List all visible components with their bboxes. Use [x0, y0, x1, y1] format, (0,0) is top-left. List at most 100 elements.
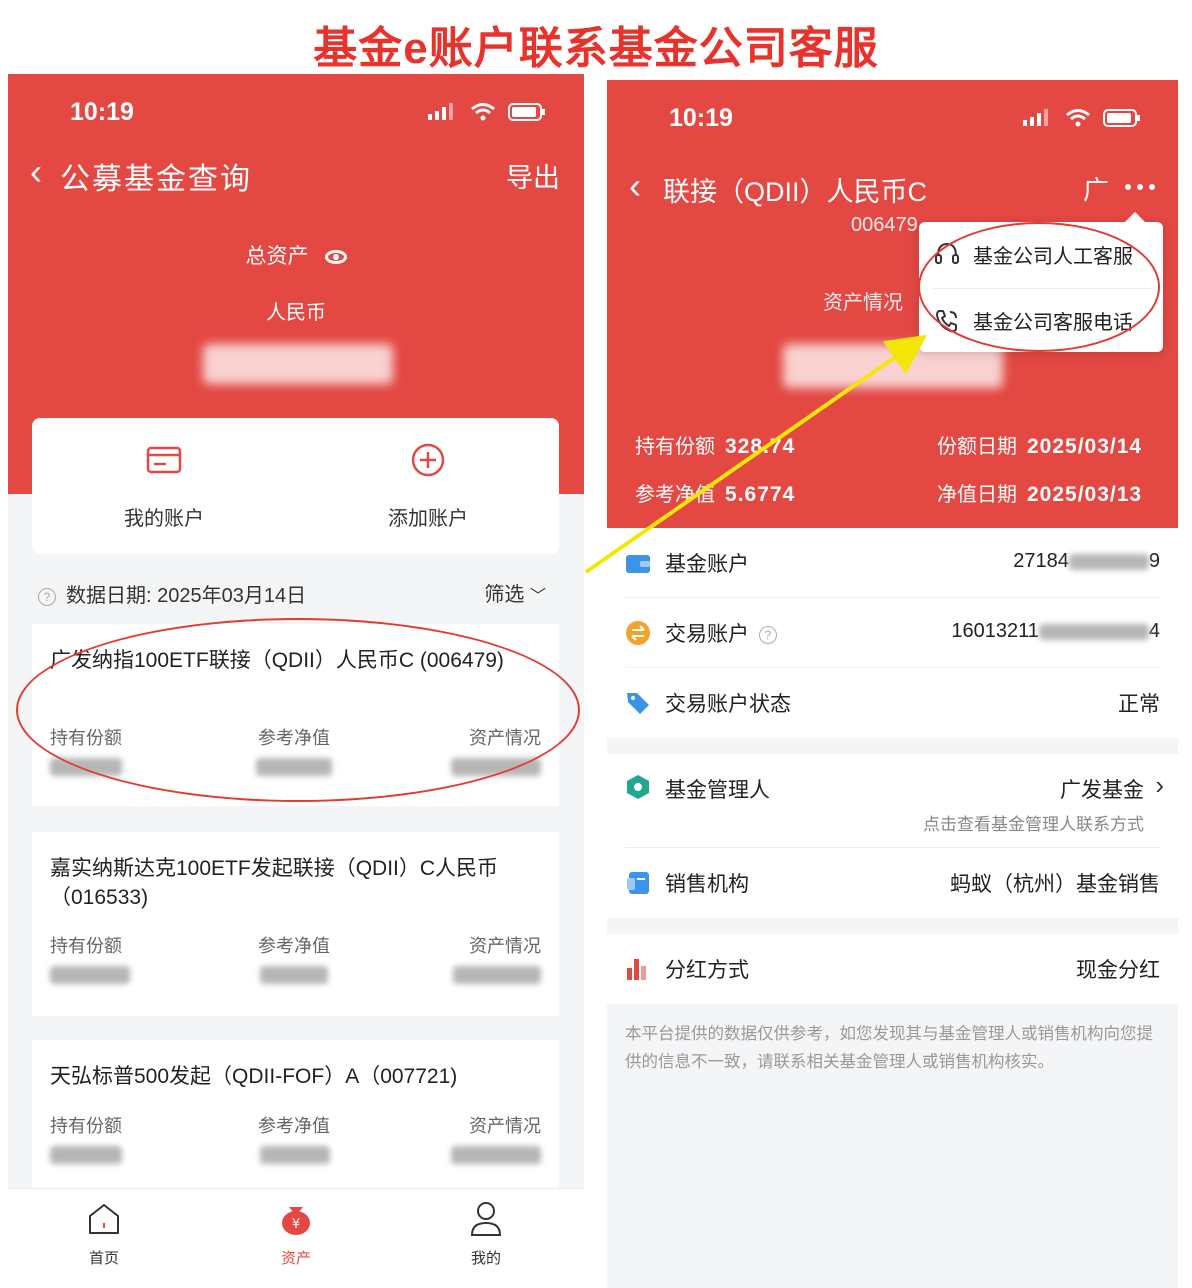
fund-account-suffix: 9: [1148, 550, 1160, 572]
fund-card[interactable]: 天弘标普500发起（QDII-FOF）A（007721) 持有份额 参考净值 资…: [32, 1040, 559, 1190]
seller-label: 销售机构: [665, 873, 749, 896]
tab-home[interactable]: 首页: [54, 1201, 154, 1268]
col-assets-label: 资产情况: [469, 936, 541, 956]
account-card-icon: [146, 446, 182, 474]
blurred-shares: [50, 1146, 122, 1164]
export-button[interactable]: 导出: [506, 156, 560, 195]
col-assets-label: 资产情况: [469, 1116, 541, 1136]
tab-bar: 首页 ¥ 资产 我的: [8, 1188, 584, 1288]
document-icon: [627, 872, 649, 894]
fund-card[interactable]: 嘉实纳斯达克100ETF发起联接（QDII）C人民币（016533) 持有份额 …: [32, 832, 559, 1016]
trade-account-label-wrap: 交易账户 ?: [665, 618, 787, 648]
tab-assets-label: 资产: [280, 1250, 311, 1267]
tab-assets[interactable]: ¥ 资产: [246, 1201, 346, 1268]
fund-account-value: 27184 9: [1013, 550, 1160, 573]
col-nav-label: 参考净值: [258, 936, 330, 956]
dividend-row: 分红方式 现金分红: [607, 934, 1178, 1004]
total-assets-row: 总资产: [8, 240, 584, 270]
total-assets-label: 总资产: [245, 245, 309, 268]
exchange-icon: [626, 621, 650, 645]
hexagon-icon: [627, 775, 649, 799]
battery-icon: [1103, 109, 1140, 127]
blurred-assets: [451, 1146, 541, 1164]
status-time: 10:19: [70, 98, 134, 126]
annotation-ellipse: [918, 222, 1160, 352]
fund-name: 嘉实纳斯达克100ETF发起联接（QDII）C人民币（016533): [50, 857, 499, 909]
help-icon[interactable]: ?: [758, 626, 777, 645]
add-account-label: 添加账户: [388, 508, 468, 530]
bar-chart-icon: [627, 959, 646, 980]
trade-status-label: 交易账户状态: [665, 693, 791, 716]
dividend-value: 现金分红: [1076, 959, 1160, 982]
status-icons: [428, 102, 546, 122]
share-date-label: 份额日期: [937, 436, 1017, 458]
nav-date-value: 2025/03/13: [1027, 483, 1143, 506]
wifi-icon: [1066, 109, 1090, 127]
share-date-row: 份额日期 2025/03/14: [937, 430, 1142, 459]
blurred-digits: [1038, 623, 1149, 640]
chevron-down-icon: ﹀: [529, 588, 546, 605]
annotation-ellipse: [16, 618, 580, 802]
eye-icon[interactable]: [324, 250, 347, 265]
blurred-shares: [50, 966, 130, 984]
right-phone-screen: 10:19 ‹ 联接（QDII）人民币C 006479 广 资产情况 持有份额 3…: [607, 80, 1178, 1288]
shares-row: 持有份额 328.74: [635, 430, 795, 459]
data-date-text: 数据日期: 2025年03月14日: [66, 585, 307, 607]
fund-account-row: 基金账户 27184 9: [607, 528, 1178, 598]
blurred-nav: [260, 1146, 330, 1164]
left-phone-screen: 10:19 ‹ 公募基金查询 导出 总资产 人民币 我的账户 添加账户 ? 数据日…: [8, 74, 584, 1288]
plus-circle-icon: [411, 443, 445, 477]
money-bag-icon: ¥: [282, 1207, 310, 1235]
fund-manager-row[interactable]: 基金管理人 广发基金 › 点击查看基金管理人联系方式: [607, 754, 1178, 848]
help-icon[interactable]: ?: [38, 587, 56, 606]
trade-status-value: 正常: [1118, 693, 1160, 716]
status-time: 10:19: [669, 104, 733, 132]
page-title: 基金e账户联系基金公司客服: [313, 24, 879, 73]
back-button[interactable]: ‹: [30, 154, 42, 190]
nav-title: 公募基金查询: [60, 163, 252, 196]
shares-label: 持有份额: [635, 436, 715, 458]
tag-icon: [627, 693, 649, 714]
more-menu-button[interactable]: [1125, 184, 1155, 190]
fund-account-label: 基金账户: [665, 553, 749, 576]
tab-mine-label: 我的: [470, 1250, 501, 1267]
my-account-label: 我的账户: [124, 508, 204, 530]
signal-icon: [1023, 109, 1048, 126]
tab-mine[interactable]: 我的: [436, 1201, 536, 1268]
trade-account-prefix: 16013211: [951, 620, 1039, 642]
blurred-total-amount: [203, 344, 393, 384]
fund-account-prefix: 27184: [1013, 550, 1069, 572]
filter-label: 筛选: [484, 584, 525, 606]
trade-account-label: 交易账户: [665, 623, 749, 646]
fund-name: 天弘标普500发起（QDII-FOF）A（007721): [50, 1065, 458, 1088]
currency-label: 人民币: [266, 302, 326, 324]
signal-icon: [428, 103, 453, 120]
fund-manager-value: 广发基金: [1060, 779, 1144, 802]
fund-manager-label: 基金管理人: [665, 779, 770, 802]
col-shares-label: 持有份额: [50, 936, 122, 956]
seller-value: 蚂蚁（杭州）基金销售: [950, 873, 1160, 896]
nav-date-row: 净值日期 2025/03/13: [937, 478, 1142, 507]
user-icon: [470, 1202, 502, 1236]
svg-text:¥: ¥: [292, 1217, 300, 1232]
account-actions-card: 我的账户 添加账户: [32, 418, 559, 554]
asset-label: 资产情况: [823, 292, 903, 314]
trade-account-row: 交易账户 ? 16013211 4: [607, 598, 1178, 668]
shares-value: 328.74: [725, 435, 796, 458]
trade-status-row: 交易账户状态 正常: [607, 668, 1178, 738]
filter-button[interactable]: 筛选 ﹀: [484, 578, 546, 607]
fund-manager-hint: 点击查看基金管理人联系方式: [923, 815, 1144, 834]
home-icon: [89, 1204, 119, 1234]
my-account-button[interactable]: 我的账户: [64, 442, 264, 531]
blurred-nav: [260, 966, 328, 984]
nav-date-label: 净值日期: [937, 484, 1017, 506]
back-button[interactable]: ‹: [629, 168, 641, 204]
dividend-label: 分红方式: [665, 959, 749, 982]
blurred-assets: [453, 966, 541, 984]
add-account-button[interactable]: 添加账户: [328, 442, 528, 531]
battery-icon: [508, 103, 545, 121]
tab-home-label: 首页: [88, 1250, 119, 1267]
wallet-icon: [626, 555, 650, 573]
chevron-right-icon: ›: [1155, 770, 1164, 800]
nav-label: 参考净值: [635, 484, 715, 506]
